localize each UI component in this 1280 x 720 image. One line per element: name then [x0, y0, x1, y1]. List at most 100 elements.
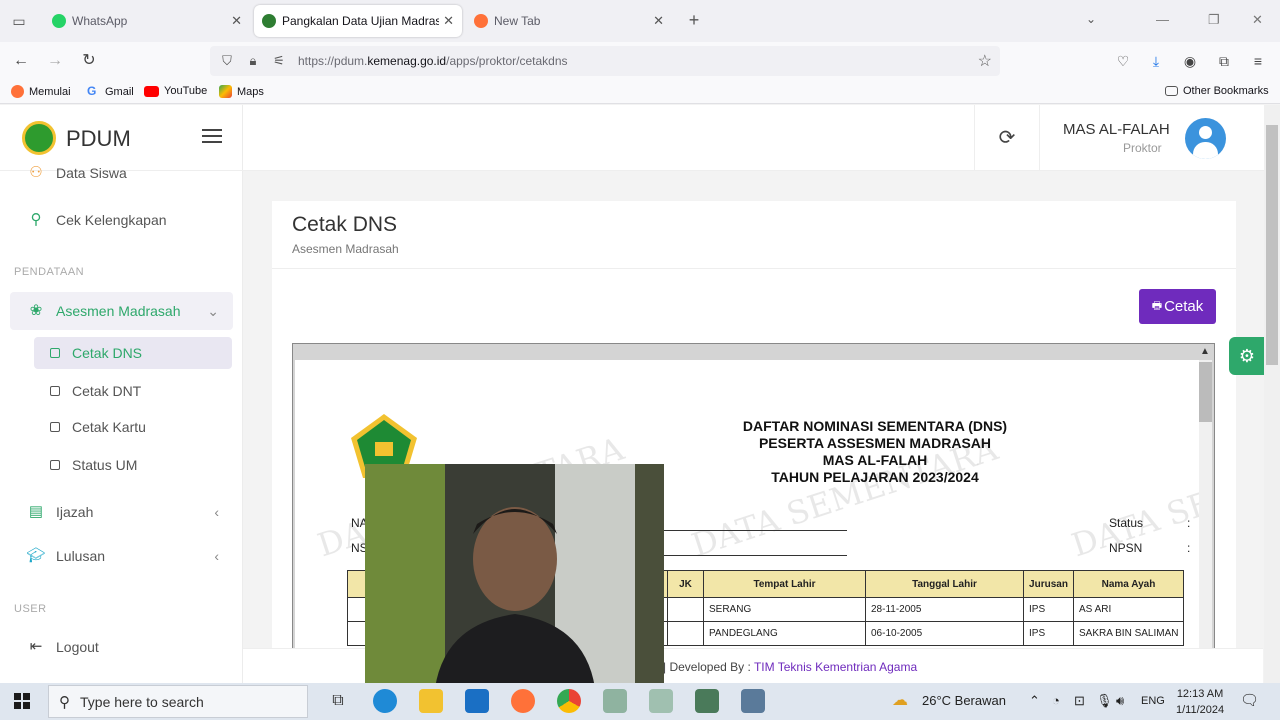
network-app-icon[interactable] [603, 689, 627, 713]
tab-overview-icon[interactable]: ▭ [8, 10, 30, 32]
chevron-up-icon[interactable]: ⌃ [1029, 693, 1040, 709]
print-button[interactable]: 🖶︎ Cetak [1139, 289, 1216, 324]
table-cell: 06-10-2005 [865, 621, 1024, 646]
table-cell [667, 597, 704, 622]
volume-icon[interactable]: 🔊︎ [1116, 693, 1124, 709]
section-label-user: USER [14, 603, 47, 615]
chevron-left-icon: ‹ [214, 548, 219, 564]
close-tab-icon[interactable]: ✕ [443, 13, 454, 29]
sidebar-item-ijazah[interactable]: ▤ Ijazah ‹ [10, 493, 233, 531]
tab-whatsapp[interactable]: WhatsApp ✕ [44, 5, 250, 37]
url-bar[interactable]: ⛉ 🔒︎ ⚟ https://pdum.kemenag.go.id/apps/p… [210, 46, 1000, 76]
file-explorer-icon[interactable] [419, 689, 443, 713]
sidebar-item-label: Cek Kelengkapan [56, 212, 167, 228]
close-tab-icon[interactable]: ✕ [653, 13, 664, 29]
hamburger-icon[interactable] [202, 129, 222, 145]
square-icon [50, 386, 60, 396]
square-icon [50, 348, 60, 358]
bookmarks-bar: Memulai G Gmail YouTube Maps Other Bookma… [0, 80, 1280, 104]
section-label-pendataan: PENDATAAN [14, 266, 85, 278]
bookmark-label: Other Bookmarks [1183, 85, 1269, 97]
tab-pangkalan-data[interactable]: Pangkalan Data Ujian Madrasah ✕ [254, 5, 462, 37]
edge-icon[interactable] [373, 689, 397, 713]
user-role: Proktor [1123, 141, 1162, 155]
list-all-tabs-icon[interactable]: ⌄ [1086, 12, 1096, 26]
microphone-icon[interactable]: 🎙︎ [1096, 693, 1113, 709]
settings-gear-icon[interactable]: ⚙ [1229, 337, 1265, 375]
close-window-icon[interactable]: ✕ [1252, 12, 1263, 28]
onedrive-icon[interactable]: ⊡ [1074, 693, 1085, 709]
account-icon[interactable]: ◉ [1181, 52, 1199, 70]
taskbar-clock[interactable]: 12:13 AM 1/11/2024 [1176, 686, 1224, 718]
lock-icon[interactable]: 🔒︎ [244, 52, 262, 70]
downloads-icon[interactable]: ⤓ [1147, 52, 1165, 70]
square-icon [50, 422, 60, 432]
bookmark-memulai[interactable]: Memulai [11, 85, 71, 98]
sidebar-item-data-siswa[interactable]: ⚇ Data Siswa [10, 155, 233, 191]
restore-icon[interactable]: ❐ [1208, 12, 1220, 28]
folder-icon [1165, 86, 1178, 96]
bookmark-maps[interactable]: Maps [219, 85, 264, 98]
close-tab-icon[interactable]: ✕ [231, 13, 242, 29]
mail-icon[interactable] [465, 689, 489, 713]
tab-title: New Tab [494, 14, 541, 28]
firefox-icon [11, 85, 24, 98]
firefox-icon [474, 14, 488, 28]
footer-link[interactable]: TIM Teknis Kementrian Agama [754, 660, 917, 674]
menu-icon[interactable]: ≡ [1249, 52, 1267, 70]
forward-icon[interactable]: → [44, 50, 66, 72]
firefox-icon[interactable] [511, 689, 535, 713]
notifications-icon[interactable]: 🗨︎ [1240, 691, 1259, 709]
bookmark-label: YouTube [164, 85, 208, 97]
calculator-icon[interactable] [695, 689, 719, 713]
sidebar-sub-cetak-kartu[interactable]: Cetak Kartu [34, 411, 232, 443]
weather-icon[interactable]: ☁ [892, 690, 908, 710]
bookmark-star-icon[interactable]: ☆ [978, 51, 992, 71]
sidebar-sub-cetak-dns[interactable]: Cetak DNS [34, 337, 232, 369]
scrollbar-thumb[interactable] [1198, 362, 1212, 422]
sidebar-item-lulusan[interactable]: 🎓︎ Lulusan ‹ [10, 537, 233, 575]
new-tab-button[interactable]: + [684, 10, 704, 31]
network-icon[interactable]: ◔ [1052, 693, 1060, 708]
sync-icon[interactable]: ⟳ [974, 105, 1040, 171]
app-icon[interactable] [741, 689, 765, 713]
avatar[interactable] [1185, 118, 1226, 159]
sidebar-sub-status-um[interactable]: Status UM [34, 449, 232, 481]
app-icon[interactable] [649, 689, 673, 713]
sidebar: PDUM ⚇ Data Siswa ⚲ Cek Kelengkapan PEND… [0, 105, 243, 683]
weather-text[interactable]: 26°C Berawan [922, 693, 1006, 708]
language-indicator[interactable]: ENG [1141, 695, 1165, 707]
back-icon[interactable]: ← [10, 50, 32, 72]
sidebar-item-cek-kelengkapan[interactable]: ⚲ Cek Kelengkapan [10, 201, 233, 239]
chrome-icon[interactable] [557, 689, 581, 713]
page-subtitle: Asesmen Madrasah [292, 242, 399, 256]
permissions-icon[interactable]: ⚟ [270, 52, 288, 70]
extensions-icon[interactable]: ⧉ [1215, 52, 1233, 70]
page-scrollbar[interactable] [1264, 105, 1280, 683]
sidebar-item-label: Lulusan [56, 548, 106, 564]
other-bookmarks[interactable]: Other Bookmarks [1165, 85, 1269, 97]
user-name: MAS AL-FALAH [1063, 121, 1170, 138]
table-cell [667, 621, 704, 646]
taskbar-search[interactable]: ⚲ Type here to search [48, 685, 308, 718]
sidebar-sub-cetak-dnt[interactable]: Cetak DNT [34, 375, 232, 407]
sidebar-item-label: Ijazah [56, 504, 94, 520]
bookmark-gmail[interactable]: G Gmail [87, 85, 134, 98]
shield-icon[interactable]: ⛉ [218, 52, 236, 70]
table-cell: IPS [1023, 597, 1074, 622]
square-icon [50, 460, 60, 470]
pocket-icon[interactable]: ♡ [1114, 52, 1132, 70]
bookmark-youtube[interactable]: YouTube [144, 85, 207, 97]
minimize-icon[interactable]: — [1156, 12, 1169, 27]
scroll-up-icon[interactable]: ▲ [1198, 345, 1212, 359]
windows-start-icon[interactable] [14, 693, 30, 709]
url-text[interactable]: https://pdum.kemenag.go.id/apps/proktor/… [298, 54, 568, 68]
reload-icon[interactable]: ↻ [78, 50, 100, 72]
printer-icon: 🖶︎ [1151, 300, 1163, 312]
sidebar-item-logout[interactable]: ⇤ Logout [10, 628, 233, 666]
tab-new-tab[interactable]: New Tab ✕ [466, 5, 672, 37]
task-view-icon[interactable]: ⧉ [326, 689, 350, 713]
sidebar-item-asesmen-madrasah[interactable]: ❀ Asesmen Madrasah ⌄ [10, 292, 233, 330]
page-scrollbar-thumb[interactable] [1266, 125, 1278, 365]
webcam-overlay [365, 464, 664, 688]
